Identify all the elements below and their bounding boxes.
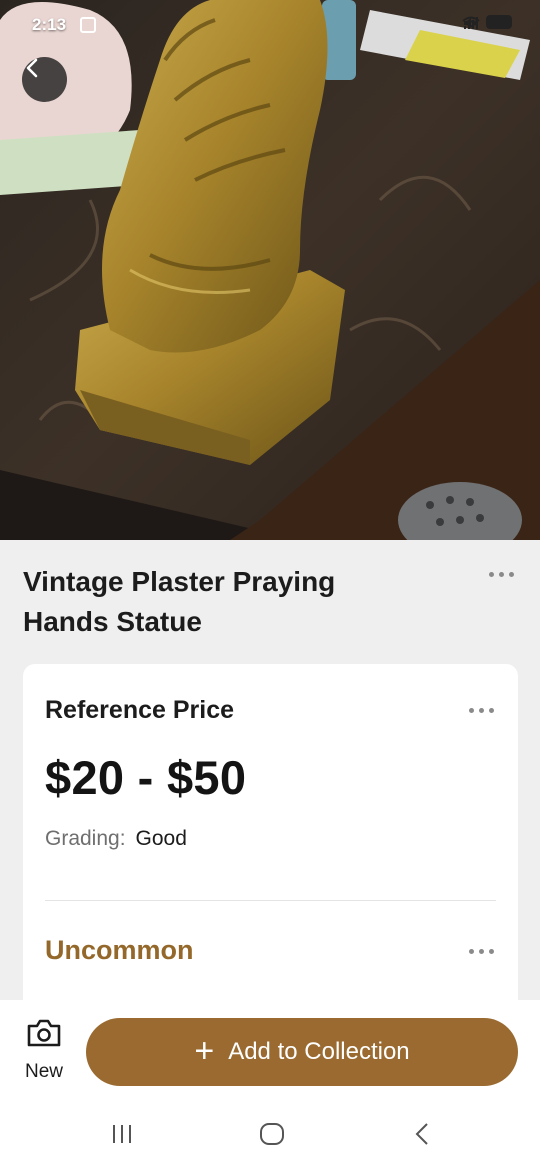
price-more-button[interactable] [469,708,494,713]
screen-record-icon [80,17,96,33]
recents-button[interactable] [110,1122,134,1151]
add-to-collection-button[interactable]: + Add to Collection [86,1018,518,1086]
status-bar: 2:13 [0,0,540,50]
chevron-left-icon [26,58,38,78]
grading-value: Good [135,827,187,850]
more-options-button[interactable] [489,572,514,577]
card-heading: Reference Price [45,696,235,724]
recents-icon [113,1125,131,1143]
system-back-button[interactable] [412,1122,432,1151]
title-row: Vintage Plaster Praying Hands Statue [23,562,518,642]
battery-icon [486,15,512,29]
rarity-more-button[interactable] [469,949,494,954]
statue-photo-illustration [0,0,540,540]
grading: Grading: Good [45,827,187,851]
reference-price-card: Reference Price $20 - $50 Grading: Good U… [23,664,518,1024]
action-bar: New + Add to Collection [0,1000,540,1100]
status-icons [462,15,512,29]
plus-icon: + [194,1031,215,1070]
item-title: Vintage Plaster Praying Hands Statue [23,566,336,637]
status-time: 2:13 [32,15,67,34]
new-scan-button[interactable]: New [18,1018,70,1083]
more-icon [489,572,494,577]
new-label: New [24,1061,63,1082]
more-icon [469,949,474,954]
back-button[interactable] [22,57,67,102]
price-range: $20 - $50 [45,751,247,804]
rarity-label: Uncommon [45,935,194,965]
camera-icon [27,1019,61,1047]
home-button[interactable] [259,1122,285,1151]
system-nav-bar [0,1100,540,1170]
more-icon [469,708,474,713]
add-to-collection-label: Add to Collection [228,1038,410,1065]
home-icon [260,1123,284,1145]
grading-label: Grading: [45,827,126,850]
back-icon [415,1123,428,1145]
item-photo[interactable]: 2:13 [0,0,540,540]
divider [45,900,496,901]
